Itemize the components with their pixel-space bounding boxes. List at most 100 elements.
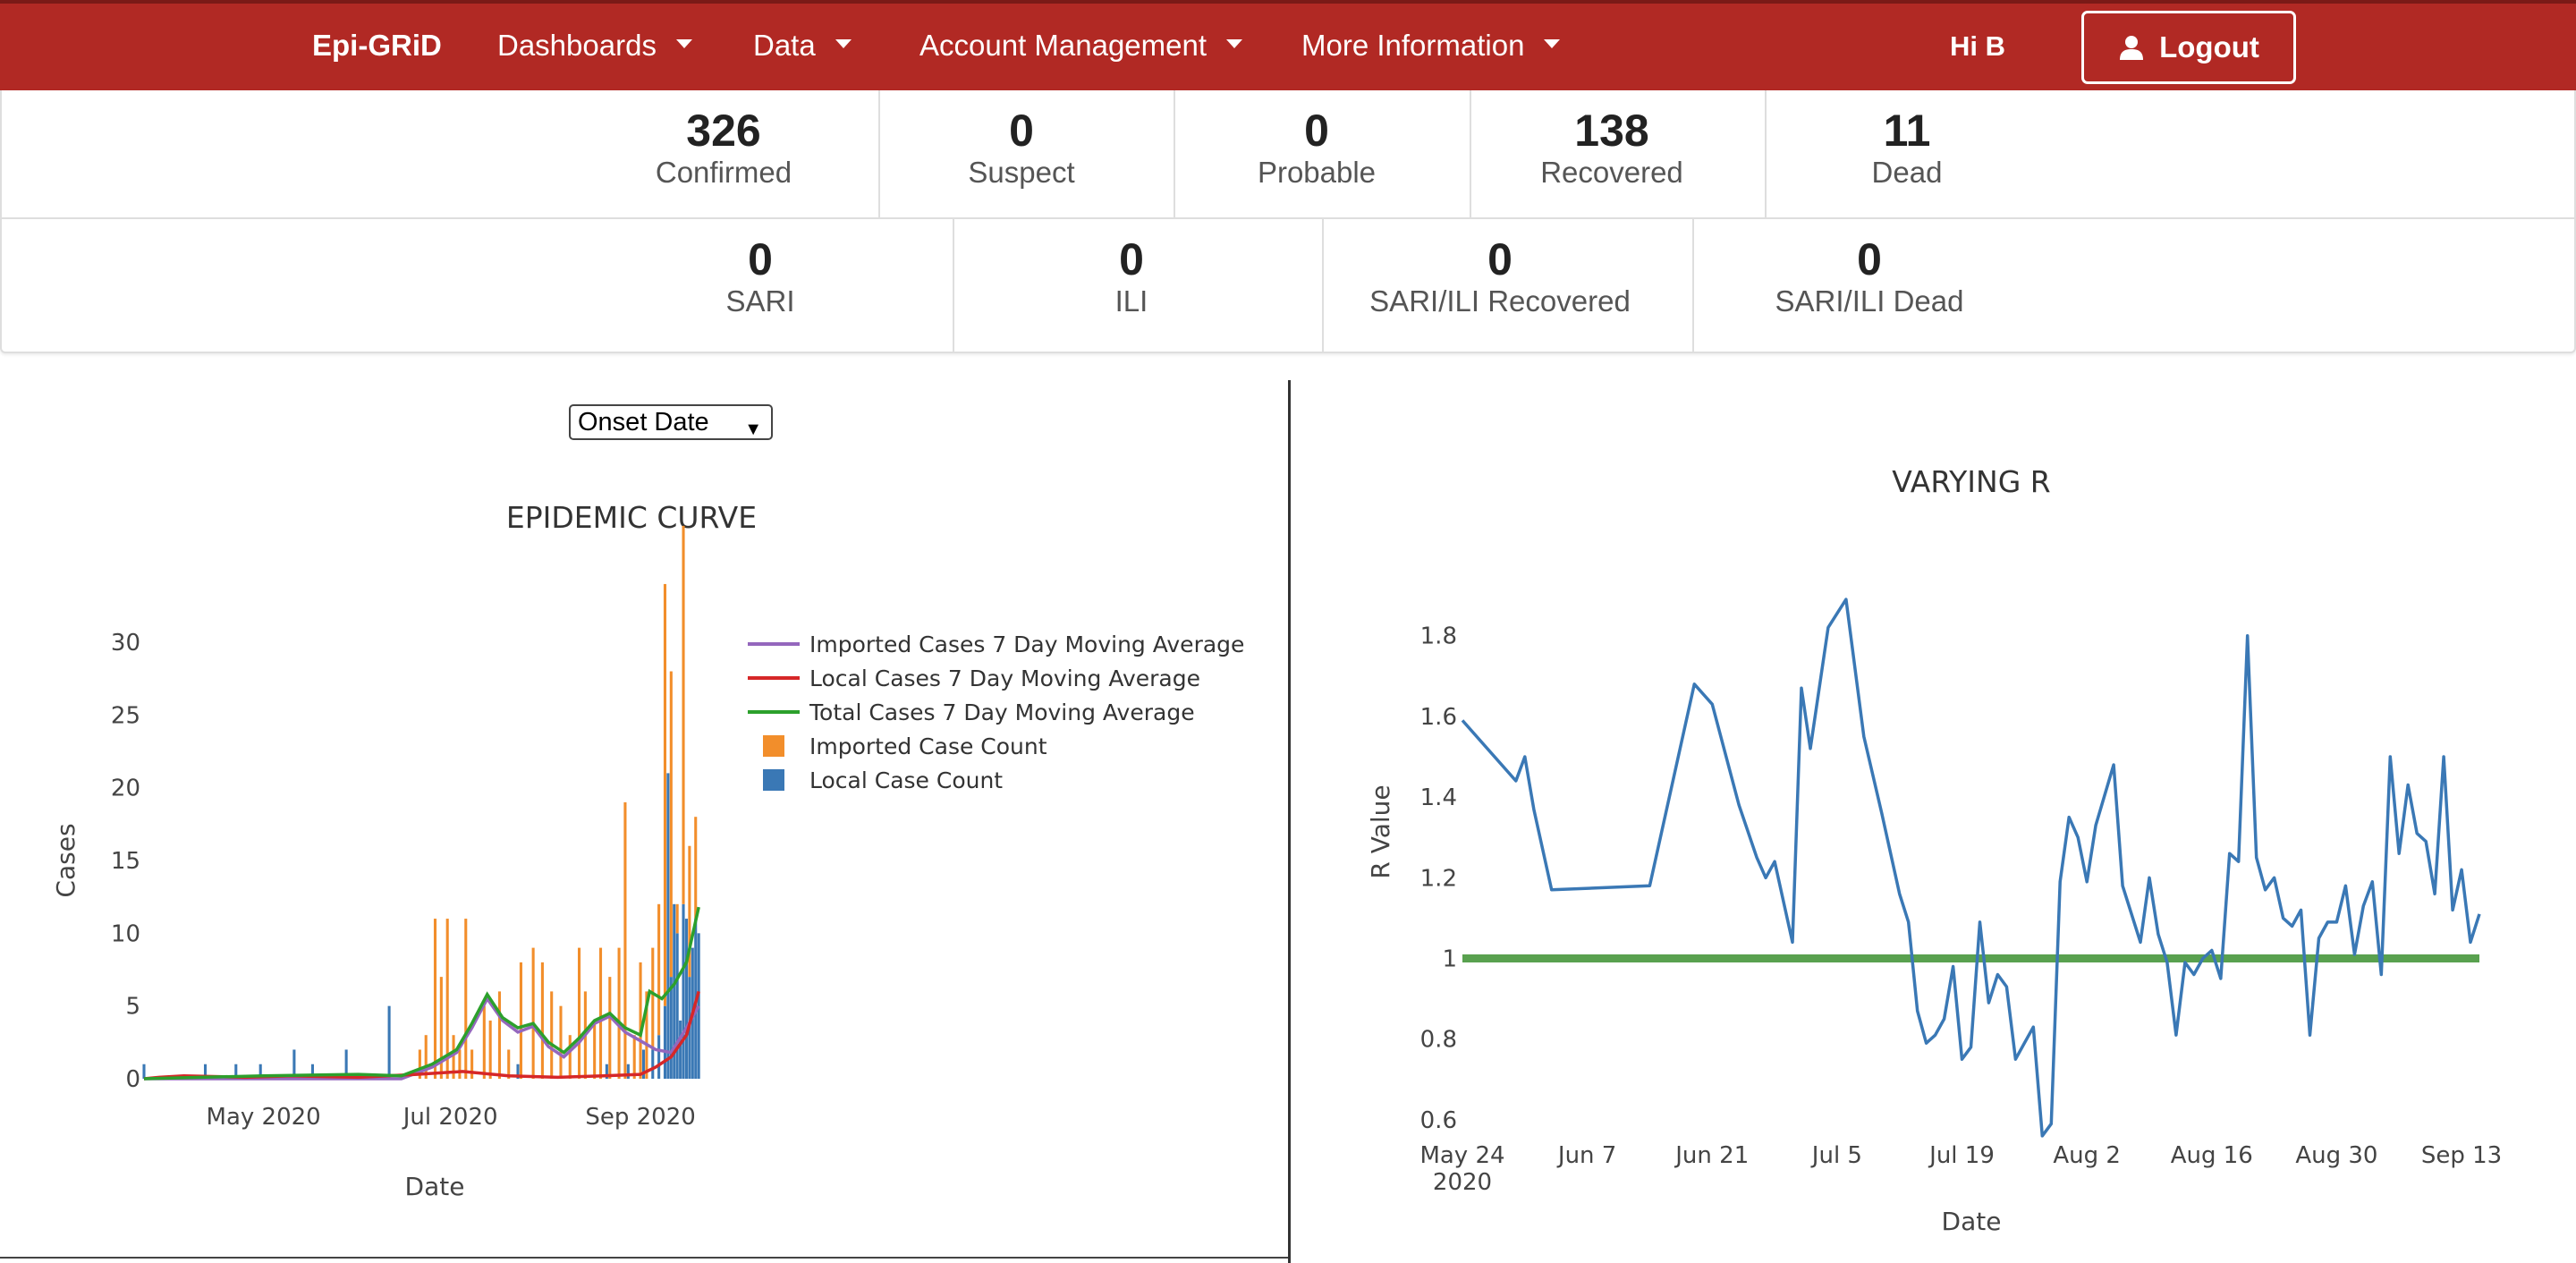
imported-case-bar	[540, 962, 544, 1079]
x-tick-label: May 24	[1419, 1142, 1504, 1169]
legend-label: Imported Cases 7 Day Moving Average	[809, 632, 1244, 657]
stat-suspect: 0 Suspect	[968, 106, 1075, 189]
imported-case-bar	[669, 671, 673, 978]
legend-label: Local Cases 7 Day Moving Average	[809, 665, 1200, 691]
local-case-bar	[679, 1020, 682, 1079]
logout-button[interactable]: Logout	[2081, 11, 2296, 84]
imported-case-bar	[593, 1020, 597, 1079]
navbar: Epi-GRiD Dashboards Data Account Managem…	[0, 0, 2576, 90]
local-case-bar	[675, 933, 679, 1079]
r-value-line	[1461, 598, 2481, 1138]
y-axis-title: Cases	[51, 823, 80, 897]
divider	[1174, 90, 1175, 217]
x-axis-title: Date	[1942, 1207, 2002, 1236]
user-greeting: Hi B	[1950, 30, 2005, 62]
imported-case-bar	[657, 903, 661, 1036]
x-tick-label: Aug 16	[2171, 1142, 2253, 1169]
x-tick-label: Sep 2020	[585, 1104, 695, 1131]
nav-dashboards[interactable]: Dashboards	[497, 29, 692, 63]
y-tick-label: 5	[125, 994, 140, 1021]
user-icon	[2120, 36, 2144, 60]
x-axis-title: Date	[405, 1172, 465, 1201]
nav-data[interactable]: Data	[753, 29, 852, 63]
y-tick-label: 15	[111, 848, 140, 875]
x-tick-label: Jun 7	[1556, 1142, 1616, 1169]
dropdown-caret-icon	[1226, 39, 1243, 48]
y-tick-label: 1.6	[1420, 704, 1457, 731]
imported-case-bar	[559, 1005, 563, 1079]
local-case-bar	[666, 773, 670, 1079]
imported-case-bar	[531, 947, 535, 1079]
local-case-bar	[626, 1064, 630, 1079]
imported-case-bar	[623, 801, 627, 1079]
imported-case-bar	[617, 947, 621, 1079]
local-case-bar	[663, 1005, 667, 1079]
local-case-bar	[387, 1005, 391, 1079]
nav-account-management[interactable]: Account Management	[919, 29, 1243, 63]
legend-label: Local Case Count	[809, 767, 1003, 793]
imported-case-bar	[598, 947, 603, 1079]
chevron-down-icon: ▼	[744, 420, 762, 439]
y-tick-label: 10	[111, 920, 140, 947]
imported-case-bar	[694, 817, 698, 920]
chart-title: VARYING R	[1892, 464, 2050, 499]
local-case-bar	[651, 1049, 655, 1079]
moving-average-line	[143, 990, 700, 1081]
imported-case-bar	[464, 919, 468, 1079]
y-tick-label: 0.8	[1420, 1027, 1457, 1054]
stat-recovered: 138 Recovered	[1540, 106, 1683, 189]
local-case-bar	[684, 919, 688, 1079]
dropdown-caret-icon	[835, 39, 852, 48]
y-tick-label: 1.8	[1420, 623, 1457, 650]
imported-case-bar	[675, 903, 679, 934]
divider	[1322, 219, 1324, 352]
stat-confirmed: 326 Confirmed	[655, 106, 792, 189]
y-tick-label: 20	[111, 776, 140, 802]
x-tick-label: 2020	[1433, 1169, 1492, 1196]
local-case-bar	[669, 977, 673, 1079]
stat-probable: 0 Probable	[1257, 106, 1377, 189]
imported-case-bar	[470, 1049, 474, 1079]
panel-bottom-border	[0, 1257, 1288, 1259]
imported-case-bar	[433, 919, 437, 1079]
imported-case-bar	[577, 947, 581, 1079]
x-tick-label: May 2020	[207, 1104, 321, 1131]
stat-dead: 11 Dead	[1871, 106, 1943, 189]
x-tick-label: Jun 21	[1674, 1142, 1749, 1169]
imported-case-bar	[651, 947, 655, 1050]
varying-r-chart: VARYING R 0.6 0.8 1 1.2 1.4 1.6 1.8 R Value May 2…	[1366, 464, 2502, 1236]
imported-case-bar	[632, 1035, 636, 1079]
imported-case-bar	[458, 1049, 462, 1079]
dropdown-caret-icon	[675, 39, 692, 48]
divider	[953, 219, 954, 352]
imported-case-bar	[550, 991, 554, 1079]
divider	[878, 90, 880, 217]
legend-label: Total Cases 7 Day Moving Average	[809, 699, 1195, 725]
x-tick-label: Sep 13	[2421, 1142, 2502, 1169]
imported-case-bar	[568, 1035, 572, 1079]
brand-link[interactable]: Epi-GRiD	[312, 29, 442, 63]
y-tick-label: 30	[111, 630, 140, 657]
x-tick-label: Aug 2	[2053, 1142, 2121, 1169]
stat-sari-ili-recovered: 0 SARI/ILI Recovered	[1369, 234, 1631, 318]
imported-case-bar	[488, 1020, 492, 1079]
local-case-bar	[682, 903, 685, 1079]
divider	[1470, 90, 1471, 217]
date-type-select[interactable]: Onset Date ▼	[569, 404, 773, 440]
x-tick-label: Jul 19	[1928, 1142, 1995, 1169]
moving-average-line	[143, 906, 700, 1081]
nav-more-information[interactable]: More Information	[1301, 29, 1561, 63]
dropdown-caret-icon	[1544, 39, 1561, 48]
legend-box-swatch	[763, 735, 784, 757]
y-tick-label: 1	[1442, 945, 1457, 972]
epidemic-curve-chart: EPIDEMIC CURVE 0 5 10 15 20 25 30 Cases May 2020 J…	[51, 500, 1244, 1201]
stat-ili: 0 ILI	[1114, 234, 1148, 318]
imported-case-bar	[608, 977, 612, 1079]
imported-case-bar	[497, 991, 501, 1079]
imported-case-bar	[519, 962, 522, 1079]
case-stats-row: 326 Confirmed 0 Suspect 0 Probable 138 Recov…	[0, 90, 2576, 219]
imported-case-bar	[682, 525, 685, 904]
legend-box-swatch	[763, 769, 784, 791]
stat-sari: 0 SARI	[725, 234, 795, 318]
imported-case-bar	[639, 962, 642, 1079]
